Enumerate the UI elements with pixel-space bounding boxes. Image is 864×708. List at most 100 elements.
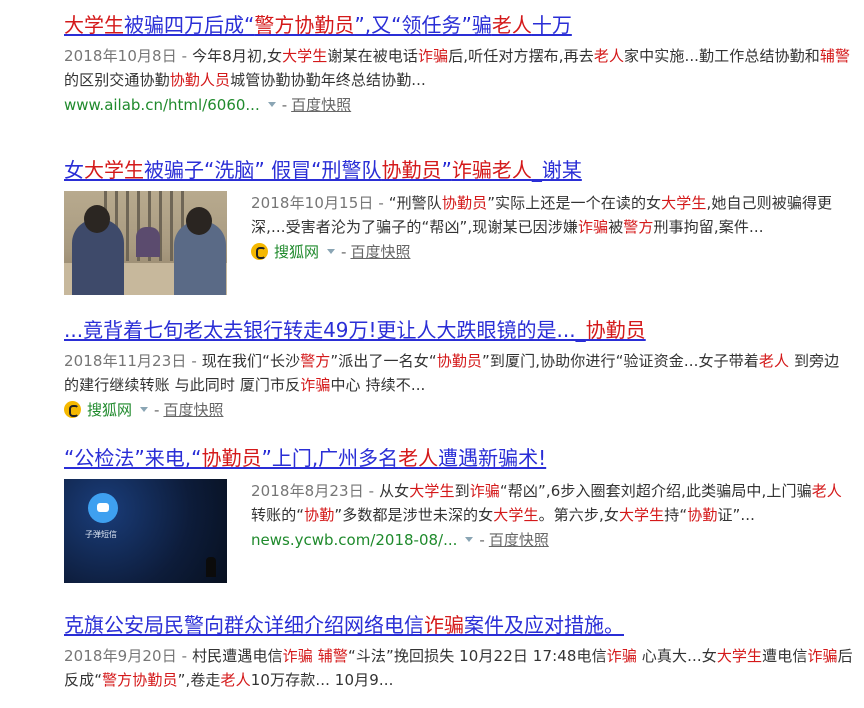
search-result: 大学生被骗四万后成“警方协勤员”,又“领任务”骗老人十万 2018年10月8日 … [64, 10, 854, 155]
sohu-logo-icon [64, 401, 81, 418]
abstract-segment: 后,听任对方摆布,再去 [448, 47, 594, 65]
abstract-segment: 诈骗 [577, 218, 609, 236]
abstract-segment: 村民遭遇电信 [192, 647, 283, 665]
abstract-segment: 中心 持续不... [330, 376, 426, 394]
search-result: 女大学生被骗子“洗脑” 假冒“刑警队协勤员”诈骗老人_谢某 2018年10月15… [64, 155, 854, 315]
separator: - [281, 96, 288, 114]
abstract-segment: 到 [454, 482, 470, 500]
abstract-segment: 。第六步,女 [538, 506, 619, 524]
title-segment: 警方协勤员 [254, 13, 355, 37]
title-segment: 被骗子“洗脑” 假冒“刑警队 [144, 158, 382, 182]
result-title-link[interactable]: 女大学生被骗子“洗脑” 假冒“刑警队协勤员”诈骗老人_谢某 [64, 155, 854, 185]
abstract-segment: 大学生 [618, 506, 665, 524]
result-date: 2018年10月8日 - [64, 47, 193, 65]
thumbnail-person [72, 205, 124, 295]
title-segment: 协勤员 [381, 158, 442, 182]
abstract-segment: ”实际上还是一个在读的女 [487, 194, 662, 212]
abstract-segment: 协勤 [687, 506, 718, 524]
abstract-segment: 被 [608, 218, 624, 236]
search-result: 克旗公安局民警向群众详细介绍网络电信诈骗案件及应对措施。 2018年9月20日 … [64, 610, 854, 700]
title-segment: 大学生 [84, 158, 144, 182]
abstract-segment: 大学生 [493, 506, 539, 524]
result-title-link[interactable]: ...竟背着七旬老太去银行转走49万!更让人大跌眼镜的是..._协勤员 [64, 315, 854, 345]
result-title-link[interactable]: 克旗公安局民警向群众详细介绍网络电信诈骗案件及应对措施。 [64, 610, 854, 640]
title-segment: 协勤员 [201, 446, 262, 470]
abstract-segment: 老人 [758, 352, 790, 370]
title-segment: 被骗四万后成“ [124, 13, 255, 37]
thumbnail-speaker [206, 557, 216, 577]
result-abstract: 2018年10月15日 - “刑警队协勤员”实际上还是一个在读的女大学生,她自己… [251, 191, 854, 239]
abstract-segment: 诈骗 [300, 376, 331, 394]
result-abstract: 2018年9月20日 - 村民遭遇电信 诈骗 辅警“斗法”挽回损失 10月22日 … [64, 644, 854, 692]
search-result: “公检法”来电,“协勤员”上门,广州多名老人遭遇新骗术! 子弹短信 2018年8… [64, 443, 854, 610]
abstract-segment: 遭电信 [762, 647, 808, 665]
title-segment: 十万 [531, 13, 572, 37]
result-abstract: 2018年11月23日 - 现在我们“长沙警方”派出了一名女“协勤员”到厦门,协… [64, 349, 854, 397]
dropdown-arrow-icon[interactable] [140, 407, 149, 412]
abstract-segment: 警方 [300, 352, 331, 370]
abstract-segment: “斗法”挽回损失 10月22日 17:48电信 [347, 647, 607, 665]
abstract-segment: 的区别交通协勤 [64, 71, 170, 89]
abstract-segment: 辅警 [317, 647, 348, 665]
result-date: 2018年11月23日 - [64, 352, 202, 370]
abstract-segment: 辅警 [819, 47, 851, 65]
title-segment: _谢某 [531, 158, 582, 182]
search-results: 大学生被骗四万后成“警方协勤员”,又“领任务”骗老人十万 2018年10月8日 … [64, 10, 854, 700]
result-url[interactable]: news.ycwb.com/2018-08/... [251, 531, 457, 549]
abstract-segment: 诈骗 [807, 647, 838, 665]
search-result: ...竟背着七旬老太去银行转走49万!更让人大跌眼镜的是..._协勤员 2018… [64, 315, 854, 443]
abstract-segment: 诈骗 [469, 482, 500, 500]
message-bubble-icon [88, 493, 118, 523]
dropdown-arrow-icon[interactable] [267, 102, 276, 107]
abstract-segment: 协勤员 [441, 194, 488, 212]
title-segment: ” [441, 158, 452, 182]
abstract-segment: 大学生 [282, 47, 328, 65]
abstract-segment: 10万存款... 10月9... [250, 671, 394, 689]
separator: - [154, 401, 160, 419]
dropdown-arrow-icon[interactable] [327, 249, 336, 254]
cache-link[interactable]: 百度快照 [163, 401, 223, 419]
title-segment: 女 [64, 158, 84, 182]
title-segment: 老人 [491, 13, 532, 37]
result-source-row: 搜狐网 - 百度快照 [64, 398, 854, 422]
source-name[interactable]: 搜狐网 [274, 243, 319, 261]
abstract-segment: 心真大...女 [636, 647, 717, 665]
result-source-row: 搜狐网 - 百度快照 [251, 240, 854, 264]
cache-link[interactable]: 百度快照 [350, 243, 410, 261]
abstract-segment: “帮凶”,6步入圈套刘超介绍,此类骗局中,上门骗 [499, 482, 812, 500]
separator: - [341, 243, 347, 261]
title-segment: 诈骗老人 [451, 158, 532, 182]
title-segment: 老人 [398, 446, 439, 470]
result-date: 2018年10月15日 - [251, 194, 389, 212]
result-thumbnail[interactable] [64, 191, 227, 295]
result-source-row: news.ycwb.com/2018-08/... - 百度快照 [251, 528, 854, 552]
result-abstract: 2018年8月23日 - 从女大学生到诈骗“帮凶”,6步入圈套刘超介绍,此类骗局… [251, 479, 854, 527]
title-segment: 克旗公安局民警向群众详细介绍网络电信 [64, 613, 424, 637]
result-thumbnail[interactable]: 子弹短信 [64, 479, 227, 583]
thumbnail-caption: 子弹短信 [85, 530, 117, 539]
result-title-link[interactable]: 大学生被骗四万后成“警方协勤员”,又“领任务”骗老人十万 [64, 10, 854, 40]
result-url[interactable]: www.ailab.cn/html/6060... [64, 96, 260, 114]
separator: - [479, 531, 485, 549]
title-segment: 案件及应对措施。 [464, 613, 624, 637]
result-source-row: www.ailab.cn/html/6060... - 百度快照 [64, 93, 854, 117]
abstract-segment: 老人 [220, 671, 251, 689]
thumbnail-person [174, 207, 226, 295]
title-segment: 大学生 [64, 13, 124, 37]
result-title-link[interactable]: “公检法”来电,“协勤员”上门,广州多名老人遭遇新骗术! [64, 443, 854, 473]
abstract-segment: 协勤 [304, 506, 335, 524]
source-name[interactable]: 搜狐网 [87, 401, 132, 419]
abstract-segment: 谢某在被电话 [327, 47, 418, 65]
abstract-segment: 警方协勤员 [102, 671, 178, 689]
title-segment: ”,又“领任务”骗 [354, 13, 492, 37]
result-date: 2018年9月20日 - [64, 647, 193, 665]
cache-link[interactable]: 百度快照 [291, 96, 351, 114]
title-segment: ...竟背着七旬老太去银行转走49万!更让人大跌眼镜的是..._ [64, 318, 586, 342]
abstract-segment: 城管协勤协勤年终总结协勤... [230, 71, 426, 89]
abstract-segment: 转账的“ [251, 506, 305, 524]
title-segment: ”上门,广州多名 [261, 446, 399, 470]
abstract-segment: 今年8月初,女 [192, 47, 283, 65]
cache-link[interactable]: 百度快照 [489, 531, 549, 549]
dropdown-arrow-icon[interactable] [465, 537, 474, 542]
abstract-segment: 家中实施...勤工作总结协勤和 [624, 47, 820, 65]
